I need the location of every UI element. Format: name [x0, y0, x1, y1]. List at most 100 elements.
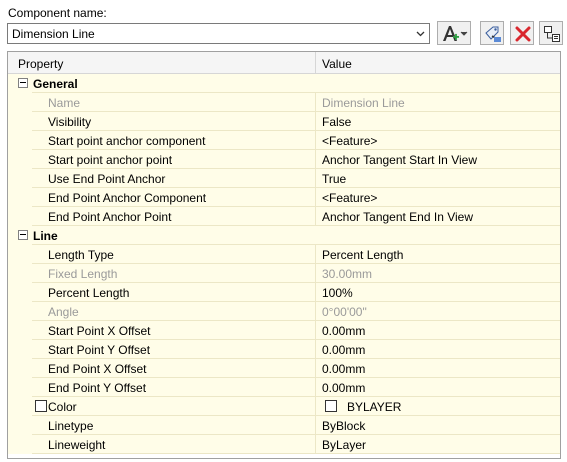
property-value: Dimension Line [322, 96, 405, 110]
value-cell[interactable]: Percent Length [316, 245, 560, 264]
property-value[interactable]: 0.00mm [322, 343, 365, 357]
value-cell[interactable]: 100% [316, 283, 560, 302]
property-cell[interactable]: Color [32, 397, 316, 416]
section-general[interactable]: General [8, 74, 560, 93]
value-cell[interactable]: True [316, 169, 560, 188]
property-cell[interactable]: Length Type [32, 245, 316, 264]
property-row[interactable]: Visibility False [8, 112, 560, 131]
property-value[interactable]: 100% [322, 286, 353, 300]
collapse-icon[interactable] [18, 78, 28, 88]
value-cell[interactable]: ByLayer [316, 435, 560, 454]
section-line[interactable]: Line [8, 226, 560, 245]
component-layout-button[interactable] [539, 21, 563, 45]
row-gutter [8, 150, 32, 169]
value-cell[interactable]: Anchor Tangent Start In View [316, 150, 560, 169]
property-cell[interactable]: Start point anchor point [32, 150, 316, 169]
property-row[interactable]: End Point X Offset 0.00mm [8, 359, 560, 378]
property-cell[interactable]: End Point Y Offset [32, 378, 316, 397]
header-property[interactable]: Property [18, 57, 63, 71]
property-cell[interactable]: Start Point X Offset [32, 321, 316, 340]
value-cell[interactable]: <Feature> [316, 131, 560, 150]
property-value[interactable]: BYLAYER [347, 400, 401, 414]
value-cell[interactable]: Anchor Tangent End In View [316, 207, 560, 226]
property-cell[interactable]: Visibility [32, 112, 316, 131]
property-row[interactable]: Use End Point Anchor True [8, 169, 560, 188]
delete-icon [515, 26, 531, 42]
value-cell: 30.00mm [316, 264, 560, 283]
color-swatch-icon [325, 400, 337, 412]
header-value[interactable]: Value [322, 57, 352, 71]
property-row[interactable]: Start point anchor component <Feature> [8, 131, 560, 150]
row-gutter [8, 340, 32, 359]
row-gutter [8, 169, 32, 188]
property-value[interactable]: Anchor Tangent Start In View [322, 153, 477, 167]
property-name: Linetype [48, 419, 94, 433]
property-name: Start Point Y Offset [48, 343, 151, 357]
property-row[interactable]: Linetype ByBlock [8, 416, 560, 435]
property-value[interactable]: 0.00mm [322, 362, 365, 376]
property-row[interactable]: End Point Y Offset 0.00mm [8, 378, 560, 397]
property-cell[interactable]: Start point anchor component [32, 131, 316, 150]
section-gutter [8, 74, 32, 93]
row-gutter [8, 93, 32, 112]
property-name: Use End Point Anchor [48, 172, 166, 186]
property-value[interactable]: ByLayer [322, 438, 366, 452]
property-row[interactable]: Start Point X Offset 0.00mm [8, 321, 560, 340]
property-cell[interactable]: Percent Length [32, 283, 316, 302]
property-cell[interactable]: Fixed Length [32, 264, 316, 283]
property-name: Percent Length [48, 286, 130, 300]
property-cell[interactable]: Angle [32, 302, 316, 321]
value-cell[interactable]: False [316, 112, 560, 131]
value-cell[interactable]: BYLAYER [316, 397, 560, 416]
value-cell[interactable]: 0.00mm [316, 378, 560, 397]
row-gutter [8, 435, 32, 454]
property-name: Name [48, 96, 81, 110]
value-cell[interactable]: 0.00mm [316, 321, 560, 340]
value-cell[interactable]: ByBlock [316, 416, 560, 435]
value-cell[interactable]: 0.00mm [316, 359, 560, 378]
property-row[interactable]: End Point Anchor Point Anchor Tangent End… [8, 207, 560, 226]
property-cell[interactable]: Lineweight [32, 435, 316, 454]
property-value[interactable]: <Feature> [322, 191, 377, 205]
component-name-value: Dimension Line [12, 27, 95, 41]
property-value[interactable]: True [322, 172, 346, 186]
collapse-icon[interactable] [18, 230, 28, 240]
property-cell[interactable]: End Point Anchor Point [32, 207, 316, 226]
property-name: End Point Anchor Point [48, 210, 172, 224]
delete-button[interactable] [510, 21, 534, 45]
property-value[interactable]: Percent Length [322, 248, 403, 262]
property-grid: Property Value General Name Dimension Line… [7, 51, 561, 459]
property-name: Start point anchor component [48, 134, 206, 148]
property-cell[interactable]: Name [32, 93, 316, 112]
property-value[interactable]: Anchor Tangent End In View [322, 210, 473, 224]
column-divider[interactable] [315, 52, 316, 74]
property-cell[interactable]: End Point X Offset [32, 359, 316, 378]
value-cell[interactable]: 0.00mm [316, 340, 560, 359]
property-cell[interactable]: Start Point Y Offset [32, 340, 316, 359]
property-row[interactable]: Start Point Y Offset 0.00mm [8, 340, 560, 359]
property-row[interactable]: Length Type Percent Length [8, 245, 560, 264]
property-row[interactable]: End Point Anchor Component <Feature> [8, 188, 560, 207]
value-cell: Dimension Line [316, 93, 560, 112]
property-value[interactable]: 0.00mm [322, 381, 365, 395]
property-value[interactable]: <Feature> [322, 134, 377, 148]
property-row[interactable]: Lineweight ByLayer [8, 435, 560, 454]
property-cell[interactable]: Linetype [32, 416, 316, 435]
property-row[interactable]: Color BYLAYER [8, 397, 560, 416]
property-row[interactable]: Start point anchor point Anchor Tangent S… [8, 150, 560, 169]
section-header-cell: General [32, 74, 560, 93]
row-gutter [8, 131, 32, 150]
edit-attribute-button[interactable] [480, 21, 504, 45]
property-name: End Point Y Offset [48, 381, 147, 395]
component-name-dropdown[interactable]: Dimension Line [7, 23, 430, 44]
property-value[interactable]: ByBlock [322, 419, 365, 433]
property-value[interactable]: False [322, 115, 351, 129]
property-row[interactable]: Percent Length 100% [8, 283, 560, 302]
property-name: Fixed Length [48, 267, 118, 281]
value-cell[interactable]: <Feature> [316, 188, 560, 207]
property-cell[interactable]: Use End Point Anchor [32, 169, 316, 188]
add-attribute-button[interactable] [437, 21, 471, 45]
row-gutter [8, 283, 32, 302]
property-value[interactable]: 0.00mm [322, 324, 365, 338]
property-cell[interactable]: End Point Anchor Component [32, 188, 316, 207]
